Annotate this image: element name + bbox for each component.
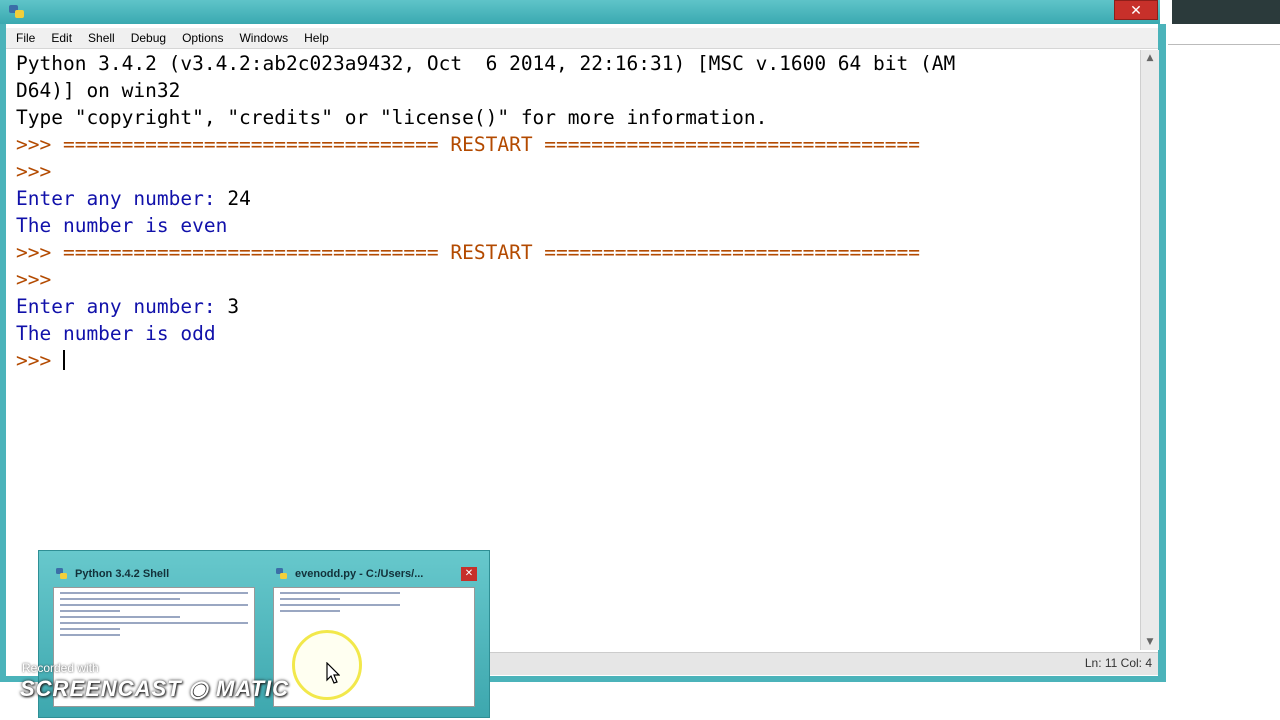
watermark-logo: SCREENCAST ◉ MATIC [20,676,290,701]
input-prompt-label: Enter any number: [16,187,228,210]
python-file-icon [276,568,287,579]
active-prompt-line[interactable]: >>> [6,347,1140,374]
python-icon [9,5,24,18]
preview-line [280,610,340,612]
mouse-pointer-icon [326,662,340,684]
preview-line [60,592,248,594]
scroll-up-arrow-icon[interactable]: ▲ [1143,52,1157,64]
preview-line [280,598,340,600]
menu-windows[interactable]: Windows [229,31,294,45]
prompt: >>> [16,349,63,372]
menu-help[interactable]: Help [294,31,335,45]
preview-line [60,622,248,624]
python-icon [56,568,67,579]
user-input: 24 [227,187,251,210]
preview-line [60,628,120,630]
title-bar[interactable]: ✕ [0,0,1160,24]
output-line: The number is odd [16,322,216,345]
thumbnail-title: evenodd.py - C:/Users/... [295,568,424,580]
preview-line [280,592,400,594]
preview-line [60,616,180,618]
menu-options[interactable]: Options [172,31,229,45]
preview-line [60,634,120,636]
prompt-line: >>> [16,268,63,291]
background-window [1160,0,1280,720]
text-cursor [62,350,65,370]
menu-shell[interactable]: Shell [78,31,121,45]
vertical-scrollbar[interactable]: ▲ ▼ [1140,50,1159,650]
menu-file[interactable]: File [6,31,41,45]
preview-line [280,604,400,606]
menu-debug[interactable]: Debug [121,31,172,45]
status-bar: Ln: 11 Col: 4 [490,652,1158,675]
cursor-position: Ln: 11 Col: 4 [1084,656,1152,670]
background-divider [1168,44,1280,45]
restart-line: >>> ================================ RES… [16,133,920,156]
restart-line: >>> ================================ RES… [16,241,920,264]
close-button[interactable]: ✕ [1114,0,1158,20]
background-titlebar [1172,0,1280,24]
watermark-recorded-with: Recorded with [22,661,99,675]
shell-line: Python 3.4.2 (v3.4.2:ab2c023a9432, Oct 6… [16,52,956,75]
shell-line: D64)] on win32 [16,79,181,102]
shell-line: Type "copyright", "credits" or "license(… [16,106,768,129]
preview-line [60,610,120,612]
thumbnail-title: Python 3.4.2 Shell [75,568,170,580]
window-frame-right [1158,24,1166,680]
output-line: The number is even [16,214,228,237]
scroll-down-arrow-icon[interactable]: ▼ [1143,636,1157,648]
thumbnail-close-button[interactable]: ✕ [461,567,477,581]
preview-line [60,598,180,600]
input-prompt-label: Enter any number: [16,295,228,318]
menu-bar: File Edit Shell Debug Options Windows He… [6,28,1158,49]
user-input: 3 [227,295,240,318]
input-line: Enter any number: 24 [6,185,1140,212]
preview-line [60,604,248,606]
menu-edit[interactable]: Edit [41,31,78,45]
prompt-line: >>> [16,160,63,183]
input-line: Enter any number: 3 [6,293,1140,320]
